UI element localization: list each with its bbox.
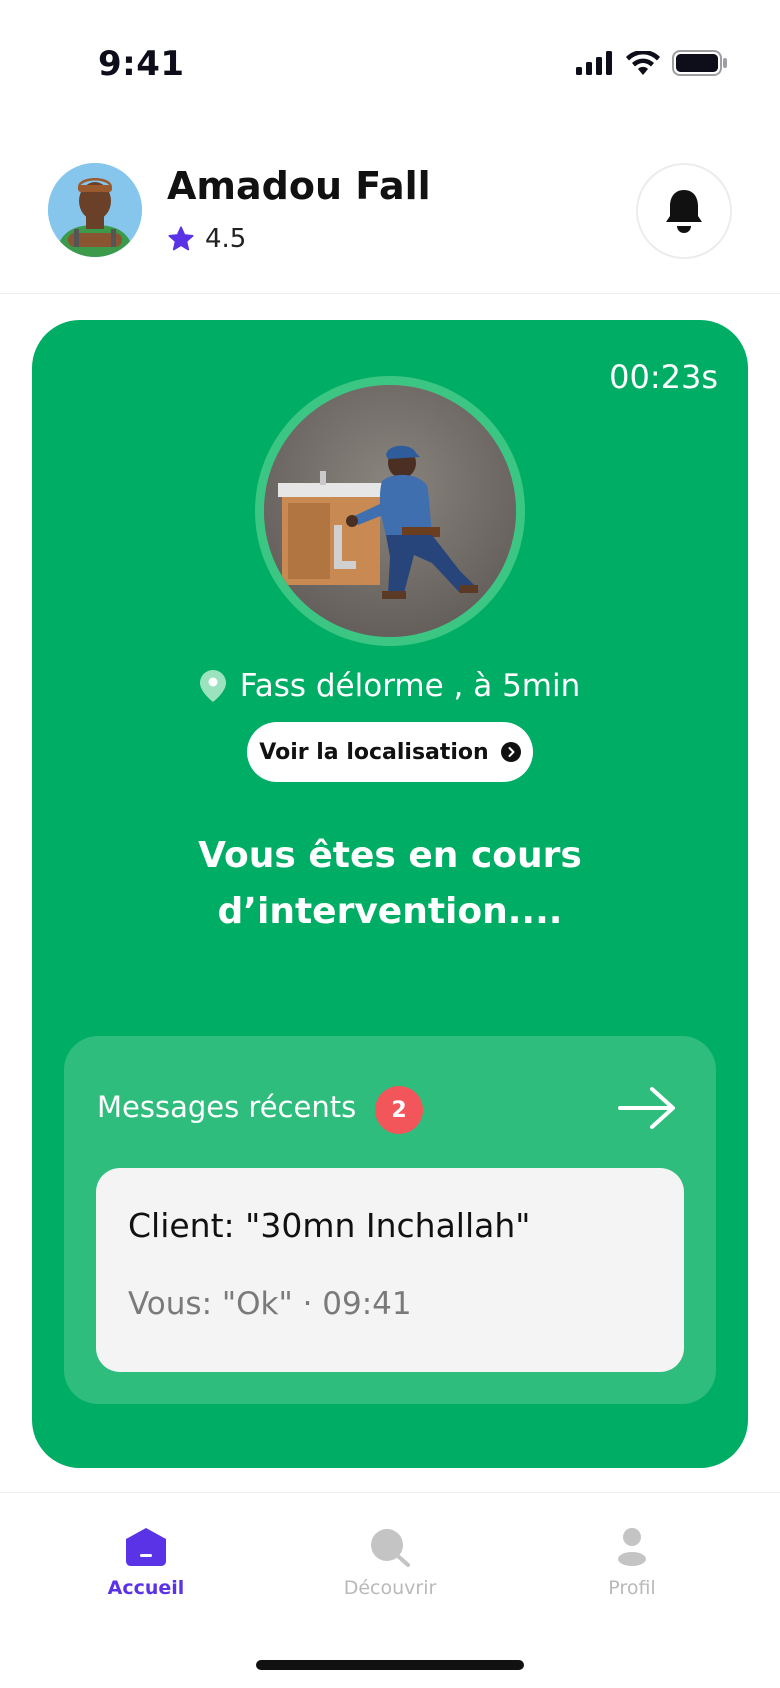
tab-profile[interactable]: Profil	[552, 1527, 712, 1599]
status-icons	[576, 50, 728, 76]
status-time: 9:41	[98, 44, 185, 84]
status-line-1: Vous êtes en cours	[198, 835, 582, 876]
bottom-tab-bar: Accueil Découvrir Profil	[0, 1492, 780, 1688]
bell-icon	[666, 190, 702, 233]
intervention-timer: 00:23s	[609, 358, 718, 396]
view-location-label: Voir la localisation	[259, 739, 489, 765]
profile-icon	[618, 1528, 646, 1566]
tab-profile-label: Profil	[608, 1577, 656, 1599]
user-rating: 4.5	[167, 224, 246, 254]
recent-messages-panel[interactable]: Messages récents 2 Client: "30mn Inchall…	[64, 1036, 716, 1404]
my-reply: Vous: "Ok" · 09:41	[128, 1286, 412, 1322]
battery-icon	[672, 50, 727, 76]
tab-home-label: Accueil	[107, 1577, 185, 1599]
status-line-2: d’intervention....	[217, 891, 563, 932]
intervention-status: Vous êtes en cours d’intervention....	[32, 828, 748, 940]
rating-value: 4.5	[205, 224, 247, 254]
notifications-button[interactable]	[636, 163, 732, 259]
profile-header: Amadou Fall 4.5	[0, 130, 780, 294]
chevron-right-icon	[500, 742, 521, 762]
intervention-card: 00:23s Fass délorme , à 5min Voir la loc…	[32, 320, 748, 1468]
tab-home[interactable]: Accueil	[66, 1527, 226, 1599]
client-message: Client: "30mn Inchallah"	[128, 1206, 531, 1245]
tab-discover[interactable]: Découvrir	[310, 1527, 470, 1599]
view-location-button[interactable]: Voir la localisation	[247, 722, 533, 782]
unread-count-badge: 2	[375, 1086, 423, 1134]
star-icon	[168, 226, 194, 251]
location-row: Fass délorme , à 5min	[32, 668, 748, 704]
home-icon	[126, 1528, 166, 1566]
user-name: Amadou Fall	[167, 164, 431, 208]
intervention-photo	[255, 376, 525, 646]
status-bar: 9:41	[0, 0, 780, 130]
location-text: Fass délorme , à 5min	[239, 668, 581, 704]
tab-discover-label: Découvrir	[343, 1577, 437, 1599]
home-indicator[interactable]	[256, 1660, 524, 1670]
wifi-icon	[626, 51, 660, 75]
search-icon	[371, 1529, 410, 1567]
avatar[interactable]	[48, 163, 142, 257]
signal-icon	[576, 51, 612, 75]
recent-messages-title: Messages récents	[97, 1090, 357, 1124]
message-preview[interactable]: Client: "30mn Inchallah" Vous: "Ok" · 09…	[96, 1168, 684, 1372]
arrow-right-icon[interactable]	[618, 1086, 676, 1130]
location-pin-icon	[199, 670, 226, 702]
